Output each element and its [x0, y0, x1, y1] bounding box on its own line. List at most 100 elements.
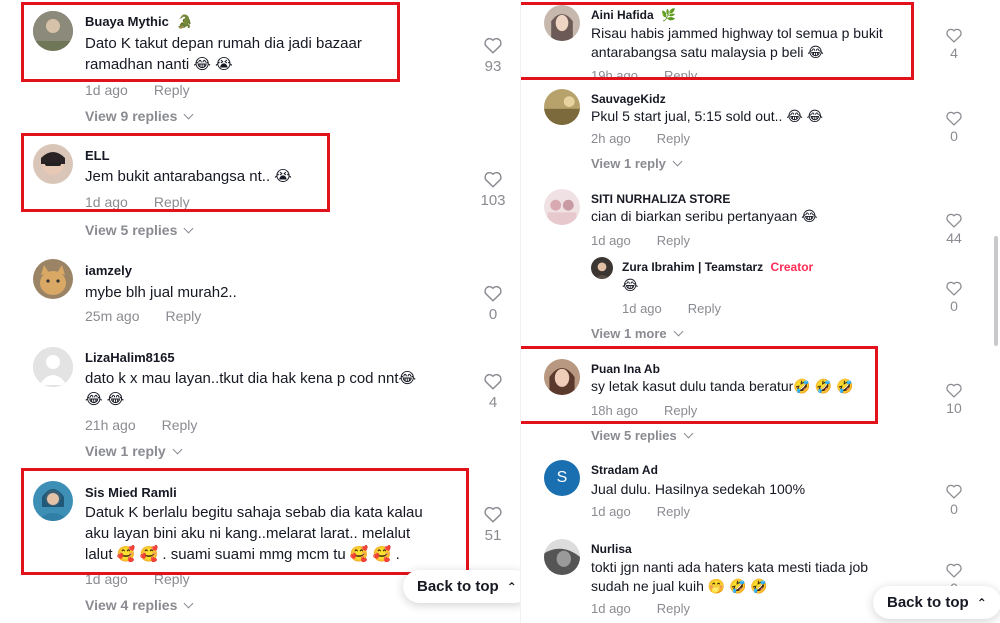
- comment-meta: 1d ago Reply: [85, 194, 190, 210]
- reply-button[interactable]: Reply: [657, 131, 690, 146]
- comment-username[interactable]: Puan Ina Ab: [591, 362, 660, 376]
- comment-username[interactable]: Buaya Mythic 🐊: [85, 14, 193, 30]
- comment-text: dato k x mau layan..tkut dia hak kena p …: [85, 370, 417, 408]
- avatar[interactable]: [544, 359, 580, 395]
- avatar[interactable]: [33, 259, 73, 299]
- like-button[interactable]: 0: [939, 483, 969, 517]
- like-count: 103: [480, 192, 506, 209]
- avatar[interactable]: [544, 189, 580, 225]
- like-button[interactable]: 44: [939, 212, 969, 246]
- like-count: 0: [488, 306, 498, 323]
- user-photo-icon: [591, 257, 613, 279]
- comment-time: 1d ago: [85, 194, 128, 210]
- comment-time: 18h ago: [591, 403, 638, 418]
- comment-username[interactable]: Stradam Ad: [591, 463, 658, 477]
- like-button[interactable]: 4: [478, 372, 508, 411]
- chevron-down-icon: [172, 444, 183, 455]
- chevron-down-icon: [673, 326, 684, 337]
- view-replies-label: View 5 replies: [591, 428, 677, 443]
- like-button[interactable]: 51: [478, 505, 508, 544]
- comment-text: Jem bukit antarabangsa nt.. 😭: [85, 168, 292, 185]
- comment-meta: 21h ago Reply: [85, 417, 197, 433]
- reply-button[interactable]: Reply: [165, 308, 201, 324]
- comment-username[interactable]: SauvageKidz: [591, 92, 666, 106]
- comment-meta: 1d ago Reply: [591, 601, 690, 616]
- view-replies-label: View 4 replies: [85, 597, 178, 613]
- comment-item: SITI NURHALIZA STORE cian di biarkan ser…: [521, 186, 1000, 252]
- like-count: 51: [484, 527, 502, 544]
- comment-text: Jual dulu. Hasilnya sedekah 100%: [591, 481, 806, 497]
- comment-username[interactable]: Aini Hafida 🌿: [591, 8, 676, 22]
- avatar[interactable]: [33, 144, 73, 184]
- heart-outline-icon: [946, 28, 962, 43]
- view-replies-button[interactable]: View 9 replies: [85, 108, 194, 124]
- like-button[interactable]: 0: [478, 284, 508, 323]
- crocodile-icon: 🐊: [176, 15, 193, 30]
- comment-text: Risau habis jammed highway tol semua p b…: [591, 25, 883, 60]
- comment-meta: 25m ago Reply: [85, 308, 201, 324]
- avatar[interactable]: [33, 347, 73, 387]
- reply-button[interactable]: Reply: [657, 233, 690, 248]
- heart-outline-icon: [946, 484, 962, 499]
- like-button[interactable]: 103: [478, 170, 508, 209]
- like-count: 0: [950, 501, 958, 517]
- comment-item: iamzely mybe blh jual murah2.. 25m ago Re…: [0, 255, 520, 335]
- default-avatar-icon: [33, 347, 73, 387]
- like-count: 93: [484, 58, 502, 75]
- heart-outline-icon: [946, 281, 962, 296]
- like-button[interactable]: 4: [939, 27, 969, 61]
- view-replies-button[interactable]: View 1 more: [591, 326, 684, 341]
- comment-username[interactable]: ELL: [85, 148, 110, 163]
- comment-item: Puan Ina Ab sy letak kasut dulu tanda be…: [521, 356, 1000, 446]
- view-replies-button[interactable]: View 1 reply: [591, 156, 683, 171]
- comment-item: LizaHalim8165 dato k x mau layan..tkut d…: [0, 343, 520, 461]
- comment-time: 1d ago: [591, 601, 631, 616]
- heart-outline-icon: [484, 37, 502, 54]
- comment-username[interactable]: iamzely: [85, 263, 132, 278]
- avatar[interactable]: [33, 481, 73, 521]
- view-replies-button[interactable]: View 5 replies: [591, 428, 694, 443]
- view-replies-label: View 5 replies: [85, 222, 178, 238]
- reply-button[interactable]: Reply: [657, 601, 690, 616]
- avatar[interactable]: [544, 539, 580, 575]
- reply-button[interactable]: Reply: [657, 504, 690, 519]
- avatar[interactable]: S: [544, 460, 580, 496]
- chevron-down-icon: [183, 109, 194, 120]
- comment-text: Dato K takut depan rumah dia jadi bazaar…: [85, 35, 362, 73]
- comment-time: 1d ago: [591, 233, 631, 248]
- reply-button[interactable]: Reply: [154, 82, 190, 98]
- left-comment-panel: Buaya Mythic 🐊 Dato K takut depan rumah …: [0, 0, 520, 623]
- back-to-top-button[interactable]: Back to top ⌃: [873, 586, 1000, 619]
- avatar[interactable]: [33, 11, 73, 51]
- scrollbar[interactable]: [994, 236, 998, 346]
- view-replies-label: View 1 reply: [85, 443, 166, 459]
- like-button[interactable]: 0: [939, 280, 969, 314]
- avatar[interactable]: [544, 5, 580, 41]
- reply-button[interactable]: Reply: [154, 571, 190, 587]
- back-to-top-button[interactable]: Back to top ⌃: [403, 570, 520, 603]
- comment-username[interactable]: Sis Mied Ramli: [85, 485, 177, 500]
- reply-button[interactable]: Reply: [688, 301, 721, 316]
- reply-button[interactable]: Reply: [664, 403, 697, 418]
- view-replies-label: View 9 replies: [85, 108, 178, 124]
- avatar[interactable]: [544, 89, 580, 125]
- reply-button[interactable]: Reply: [154, 194, 190, 210]
- comment-username[interactable]: Nurlisa: [591, 542, 632, 556]
- reply-item: Zura Ibrahim | Teamstarz Creator 😂 1d ag…: [521, 256, 1000, 344]
- comment-username[interactable]: LizaHalim8165: [85, 350, 175, 365]
- comment-text: Datuk K berlalu begitu sahaja sebab dia …: [85, 504, 423, 563]
- like-button[interactable]: 93: [478, 36, 508, 75]
- like-button[interactable]: 0: [939, 110, 969, 144]
- comment-username[interactable]: SITI NURHALIZA STORE: [591, 192, 730, 206]
- comment-username[interactable]: Zura Ibrahim | Teamstarz Creator: [622, 260, 813, 274]
- view-replies-label: View 1 reply: [591, 156, 666, 171]
- view-replies-button[interactable]: View 5 replies: [85, 222, 194, 238]
- view-replies-button[interactable]: View 4 replies: [85, 597, 194, 613]
- user-photo-icon: [544, 89, 580, 125]
- view-replies-button[interactable]: View 1 reply: [85, 443, 183, 459]
- reply-button[interactable]: Reply: [162, 417, 198, 433]
- avatar[interactable]: [591, 257, 613, 279]
- like-button[interactable]: 10: [939, 382, 969, 416]
- comment-item: SauvageKidz Pkul 5 start jual, 5:15 sold…: [521, 86, 1000, 174]
- comment-meta: 1d ago Reply: [591, 504, 690, 519]
